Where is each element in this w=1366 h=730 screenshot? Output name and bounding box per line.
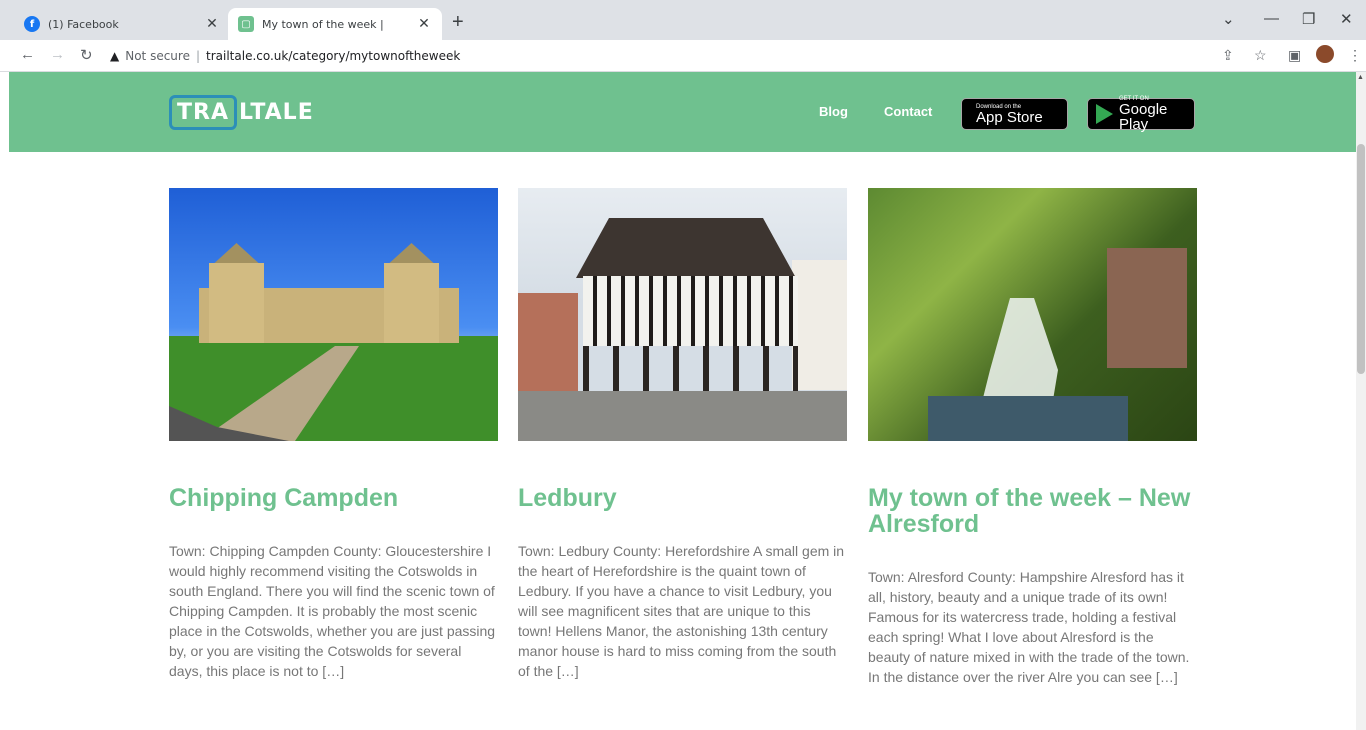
side-panel-icon[interactable]: ▣ xyxy=(1288,47,1301,64)
logo-text: LTALE xyxy=(238,99,314,125)
back-icon[interactable]: ← xyxy=(20,46,35,63)
profile-avatar-icon[interactable] xyxy=(1316,45,1334,63)
tab-facebook[interactable]: f (1) Facebook ✕ xyxy=(14,8,230,40)
reload-icon[interactable]: ↻ xyxy=(80,46,93,64)
scrollbar-thumb[interactable] xyxy=(1357,144,1365,374)
facebook-icon: f xyxy=(24,16,40,32)
post-title[interactable]: Chipping Campden xyxy=(169,485,498,511)
close-icon[interactable]: ✕ xyxy=(416,16,432,32)
browser-tab-bar: f (1) Facebook ✕ ▢ My town of the week |… xyxy=(0,0,1366,40)
forward-icon[interactable]: → xyxy=(50,46,65,63)
restore-icon[interactable]: ❐ xyxy=(1302,10,1315,28)
post-excerpt: Town: Chipping Campden County: Glouceste… xyxy=(169,543,496,679)
new-tab-icon[interactable]: + xyxy=(452,12,464,32)
omnibox[interactable]: ▲ Not secure | trailtale.co.uk/category/… xyxy=(110,44,1200,68)
site-logo[interactable]: TRA LTALE xyxy=(169,90,314,134)
tab-title: My town of the week | xyxy=(262,17,384,31)
trailtale-icon: ▢ xyxy=(238,16,254,32)
star-icon[interactable]: ☆ xyxy=(1254,47,1267,64)
chevron-down-icon[interactable]: ⌄ xyxy=(1222,10,1235,28)
post-card: My town of the week – New Alresford Town… xyxy=(868,188,1197,687)
more-menu-icon[interactable]: ⋮ xyxy=(1348,47,1362,64)
window-close-icon[interactable]: ✕ xyxy=(1340,10,1353,28)
scroll-up-icon[interactable]: ▲ xyxy=(1357,74,1364,81)
post-thumbnail[interactable] xyxy=(868,188,1197,441)
url-text[interactable]: trailtale.co.uk/category/mytownoftheweek xyxy=(206,49,460,63)
post-card: Ledbury Town: Ledbury County: Herefordsh… xyxy=(518,188,847,681)
web-page: TRA LTALE Blog Contact Download on the A… xyxy=(0,72,1366,730)
minimize-icon[interactable]: — xyxy=(1264,10,1279,27)
google-play-button[interactable]: GET IT ON Google Play xyxy=(1087,96,1195,133)
site-header: TRA LTALE Blog Contact Download on the A… xyxy=(9,72,1356,152)
tab-title: (1) Facebook xyxy=(48,17,119,31)
share-icon[interactable]: ⇪ xyxy=(1222,47,1234,64)
security-label[interactable]: Not secure xyxy=(125,49,190,63)
nav-contact-link[interactable]: Contact xyxy=(884,104,932,119)
post-title[interactable]: My town of the week – New Alresford xyxy=(868,485,1197,537)
close-icon[interactable]: ✕ xyxy=(204,16,220,32)
post-excerpt: Town: Alresford County: Hampshire Alresf… xyxy=(868,569,1190,685)
post-title[interactable]: Ledbury xyxy=(518,485,847,511)
tab-my-town-of-the-week[interactable]: ▢ My town of the week | ✕ xyxy=(228,8,442,40)
app-store-button[interactable]: Download on the App Store xyxy=(961,98,1068,130)
browser-address-bar: ← → ↻ ▲ Not secure | trailtale.co.uk/cat… xyxy=(0,40,1366,72)
post-card: Chipping Campden Town: Chipping Campden … xyxy=(169,188,498,681)
app-store-label: App Store xyxy=(976,108,1043,126)
post-thumbnail[interactable] xyxy=(169,188,498,441)
google-play-label: Google Play xyxy=(1119,101,1168,133)
nav-blog-link[interactable]: Blog xyxy=(819,104,848,119)
page-scrollbar[interactable]: ▲ xyxy=(1356,72,1366,730)
post-excerpt: Town: Ledbury County: Herefordshire A sm… xyxy=(518,543,845,679)
divider: | xyxy=(195,49,201,63)
google-play-icon xyxy=(1096,104,1113,124)
logo-boxed-text: TRA xyxy=(169,94,237,130)
warning-icon[interactable]: ▲ xyxy=(110,49,119,63)
post-thumbnail[interactable] xyxy=(518,188,847,441)
